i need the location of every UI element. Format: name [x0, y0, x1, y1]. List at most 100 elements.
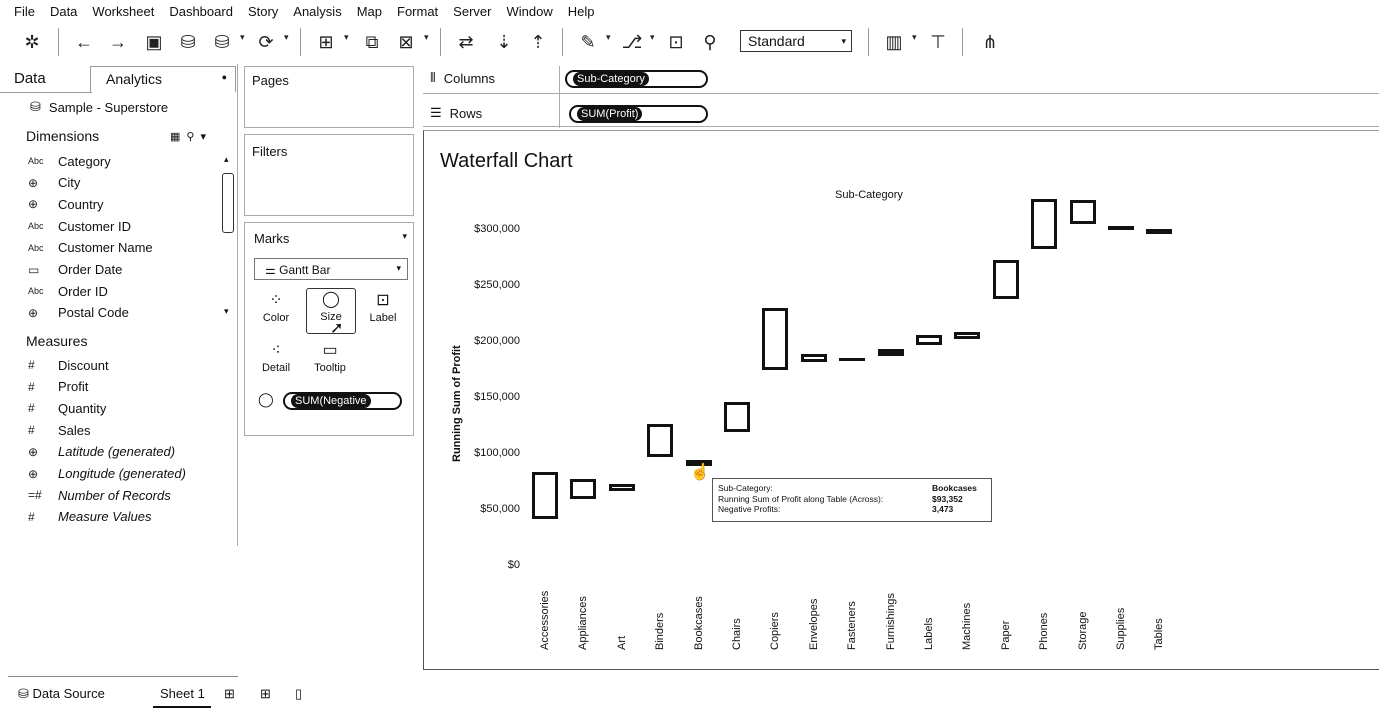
menu-worksheet[interactable]: Worksheet	[92, 4, 154, 19]
field-item[interactable]: =# Number of Records	[28, 486, 171, 504]
new-story-icon[interactable]: ▯	[295, 686, 302, 702]
new-worksheet-icon[interactable]: ⊞	[314, 30, 338, 54]
menu-server[interactable]: Server	[453, 4, 491, 19]
field-item[interactable]: # Quantity	[28, 399, 106, 417]
datasource-row[interactable]: ⛁ Sample - Superstore	[30, 99, 168, 115]
waterfall-bar[interactable]	[1108, 225, 1134, 230]
menu-help[interactable]: Help	[568, 4, 595, 19]
pause-icon[interactable]: ⛁	[210, 30, 234, 54]
number-type-icon: #	[28, 401, 35, 416]
menu-map[interactable]: Map	[357, 4, 382, 19]
field-item[interactable]: Abc Order ID	[28, 282, 108, 300]
filters-card[interactable]: Filters	[244, 134, 414, 216]
menu-window[interactable]: Window	[506, 4, 552, 19]
menu-data[interactable]: Data	[50, 4, 77, 19]
chevron-down-icon[interactable]: ▾	[344, 32, 349, 43]
share-icon[interactable]: ⋔	[978, 30, 1002, 54]
swap-icon[interactable]: ⇄	[454, 30, 478, 54]
detail-button[interactable]: ⁖ Detail	[251, 340, 301, 386]
sort-asc-icon[interactable]: ⇣	[492, 30, 516, 54]
sheet-tab[interactable]: Sheet 1	[160, 686, 205, 701]
save-icon[interactable]: ▣	[142, 30, 166, 54]
view-toggle-icon[interactable]: ▦	[170, 130, 180, 143]
waterfall-bar[interactable]	[992, 260, 1019, 300]
chevron-down-icon[interactable]: ▾	[240, 32, 245, 43]
search-icon[interactable]: ⚲	[186, 130, 194, 143]
waterfall-bar[interactable]	[916, 335, 942, 346]
chevron-down-icon[interactable]: ▾	[402, 231, 407, 242]
tab-data[interactable]: Data	[14, 70, 46, 87]
size-pill[interactable]: SUM(Negative	[283, 392, 402, 410]
rows-pill[interactable]: SUM(Profit)	[569, 105, 708, 123]
menu-dot-icon[interactable]: ●	[222, 72, 227, 82]
new-dashboard-icon[interactable]: ⊞	[260, 686, 271, 702]
scrollbar-thumb[interactable]	[222, 173, 234, 233]
field-item[interactable]: # Discount	[28, 356, 109, 374]
waterfall-bar[interactable]	[724, 401, 750, 432]
waterfall-bar[interactable]	[608, 483, 635, 492]
data-source-tab[interactable]: ⛁ Data Source	[18, 686, 105, 702]
mark-type-dropdown[interactable]: ⚌ Gantt Bar ▾	[254, 258, 408, 280]
chevron-down-icon[interactable]: ▾	[650, 32, 655, 43]
pin-icon[interactable]: ⚲	[698, 30, 722, 54]
field-item[interactable]: ⊕ City	[28, 174, 80, 192]
new-datasource-icon[interactable]: ⛁	[176, 30, 200, 54]
dimensions-scrollbar[interactable]: ▴ ▾	[222, 154, 234, 326]
waterfall-bar[interactable]	[570, 478, 597, 499]
refresh-icon[interactable]: ⟳	[254, 30, 278, 54]
field-item[interactable]: # Sales	[28, 421, 91, 439]
waterfall-bar[interactable]	[800, 354, 827, 363]
waterfall-bar[interactable]	[1146, 229, 1173, 235]
field-item[interactable]: ▭ Order Date	[28, 261, 122, 279]
undo-icon[interactable]: ←	[72, 30, 96, 54]
chevron-down-icon[interactable]: ▾	[200, 130, 206, 143]
field-item[interactable]: ⊕ Longitude (generated)	[28, 465, 186, 483]
chevron-down-icon[interactable]: ▾	[284, 32, 289, 43]
scroll-down-icon[interactable]: ▾	[224, 306, 229, 317]
chevron-down-icon[interactable]: ▾	[606, 32, 611, 43]
waterfall-bar[interactable]	[762, 308, 789, 370]
field-item[interactable]: Abc Category	[28, 152, 111, 170]
waterfall-bar[interactable]	[532, 472, 558, 520]
waterfall-bar[interactable]	[954, 331, 981, 339]
waterfall-bar[interactable]	[1069, 199, 1096, 225]
scroll-up-icon[interactable]: ▴	[224, 154, 229, 165]
clear-sheet-icon[interactable]: ⊠	[394, 30, 418, 54]
field-item[interactable]: # Measure Values	[28, 508, 151, 526]
tab-analytics[interactable]: Analytics ●	[90, 66, 236, 92]
group-icon[interactable]: ⎇	[620, 30, 644, 54]
show-cards-icon[interactable]: ▥	[882, 30, 906, 54]
chevron-down-icon[interactable]: ▾	[912, 32, 917, 43]
sort-desc-icon[interactable]: ⇡	[526, 30, 550, 54]
waterfall-bar[interactable]	[1031, 198, 1058, 250]
pages-card[interactable]: Pages	[244, 66, 414, 128]
highlight-icon[interactable]: ✎	[576, 30, 600, 54]
label-button[interactable]: ⊡ Label	[358, 290, 408, 336]
field-item[interactable]: Abc Customer ID	[28, 217, 131, 235]
fit-dropdown[interactable]: Standard ▾	[740, 30, 852, 52]
field-item[interactable]: ⊕ Postal Code	[28, 304, 129, 322]
columns-pill[interactable]: Sub-Category	[565, 70, 708, 88]
presentation-icon[interactable]: ⊤	[926, 30, 950, 54]
duplicate-icon[interactable]: ⧉	[360, 30, 384, 54]
labels-icon[interactable]: ⊡	[664, 30, 688, 54]
menu-format[interactable]: Format	[397, 4, 438, 19]
field-item[interactable]: # Profit	[28, 378, 88, 396]
menu-file[interactable]: File	[14, 4, 35, 19]
redo-icon[interactable]: →	[106, 30, 130, 54]
waterfall-bar[interactable]	[839, 357, 866, 362]
new-worksheet-icon[interactable]: ⊞	[224, 686, 235, 702]
waterfall-bar[interactable]	[877, 349, 904, 357]
tooltip-button[interactable]: ▭ Tooltip	[305, 340, 355, 386]
field-item[interactable]: ⊕ Country	[28, 195, 104, 213]
y-tick-label: $300,000	[474, 223, 520, 235]
color-button[interactable]: ⁘ Color	[251, 290, 301, 336]
field-item[interactable]: ⊕ Latitude (generated)	[28, 443, 175, 461]
menu-analysis[interactable]: Analysis	[293, 4, 341, 19]
menu-dashboard[interactable]: Dashboard	[169, 4, 233, 19]
field-item[interactable]: Abc Customer Name	[28, 239, 153, 257]
menu-story[interactable]: Story	[248, 4, 278, 19]
chevron-down-icon[interactable]: ▾	[424, 32, 429, 43]
tableau-logo-icon[interactable]: ✲	[20, 30, 44, 54]
waterfall-bar[interactable]	[647, 423, 674, 458]
